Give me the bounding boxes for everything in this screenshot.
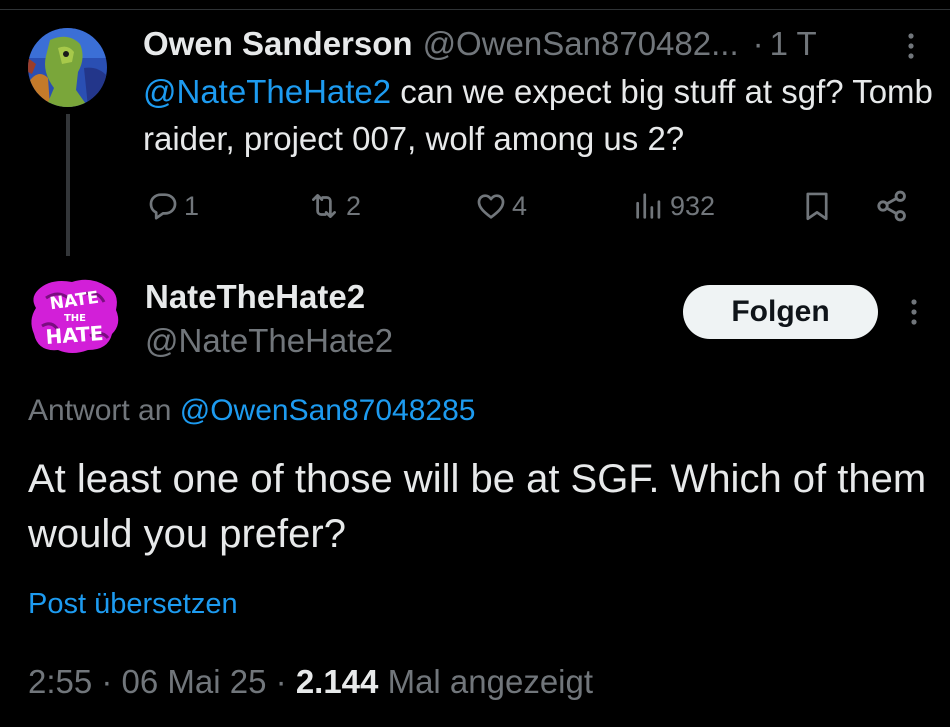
more-vertical-icon	[908, 33, 914, 59]
avatar-natethehate2[interactable]: NATE THE HATE	[28, 276, 122, 356]
avatar-owen-sanderson[interactable]	[28, 28, 107, 107]
reply-to-handle-link[interactable]: @OwenSan87048285	[180, 394, 476, 427]
reply-context: Antwort an @OwenSan87048285	[28, 390, 475, 432]
reply-bubble-icon	[149, 193, 177, 220]
header-separator: ·	[752, 25, 764, 62]
parent-tweet-text: @NateTheHate2 can we expect big stuff at…	[143, 68, 933, 162]
parent-author-name[interactable]: Owen Sanderson	[143, 25, 413, 63]
nate-the-hate-logo-icon: NATE THE HATE	[31, 279, 119, 353]
reply-to-label: Antwort an	[28, 394, 172, 427]
like-button[interactable]: 4	[474, 184, 527, 228]
parent-author-handle[interactable]: @OwenSan870482...	[423, 25, 739, 63]
parent-tweet-time[interactable]: 1 T	[770, 25, 817, 63]
bookmark-icon	[806, 192, 828, 221]
parent-action-bar: 1 2 4 932	[140, 184, 920, 228]
more-vertical-icon	[911, 299, 917, 325]
like-count: 4	[512, 190, 528, 221]
repost-arrows-icon	[312, 194, 336, 218]
repost-count: 2	[346, 190, 362, 221]
views-button[interactable]: 932	[632, 184, 715, 228]
svg-text:HATE: HATE	[45, 321, 105, 349]
heart-icon	[477, 194, 505, 219]
reply-author-handle[interactable]: @NateTheHate2	[145, 320, 393, 362]
views-count: 932	[670, 190, 716, 221]
top-divider	[0, 9, 950, 10]
reply-more-options-button[interactable]	[904, 296, 924, 328]
view-label: Mal angezeigt	[387, 663, 594, 700]
tweet-metadata: 2:55 · 06 Mai 25 · 2.144 Mal angezeigt	[28, 660, 593, 704]
share-button[interactable]	[874, 184, 910, 228]
views-bars-icon	[636, 193, 661, 219]
parent-mention-link[interactable]: @NateTheHate2	[143, 73, 391, 110]
thread-connector-line	[66, 114, 70, 256]
tweet-timestamp[interactable]: 2:55 · 06 Mai 25 ·	[28, 663, 287, 700]
share-nodes-icon	[877, 190, 906, 222]
reply-tweet-text: At least one of those will be at SGF. Wh…	[28, 457, 927, 556]
reply-button[interactable]: 1	[146, 184, 199, 228]
reply-author-name[interactable]: NateTheHate2	[145, 276, 365, 318]
parent-tweet-header: Owen Sanderson @OwenSan870482... · 1 T	[143, 22, 930, 66]
bookmark-button[interactable]	[800, 184, 834, 228]
painted-portrait-avatar-icon	[28, 28, 107, 107]
repost-button[interactable]: 2	[306, 184, 361, 228]
follow-button[interactable]: Folgen	[683, 285, 878, 339]
view-count: 2.144	[295, 663, 379, 700]
parent-more-options-button[interactable]	[901, 30, 921, 62]
translate-post-link[interactable]: Post übersetzen	[28, 584, 238, 624]
reply-count: 1	[184, 190, 200, 221]
